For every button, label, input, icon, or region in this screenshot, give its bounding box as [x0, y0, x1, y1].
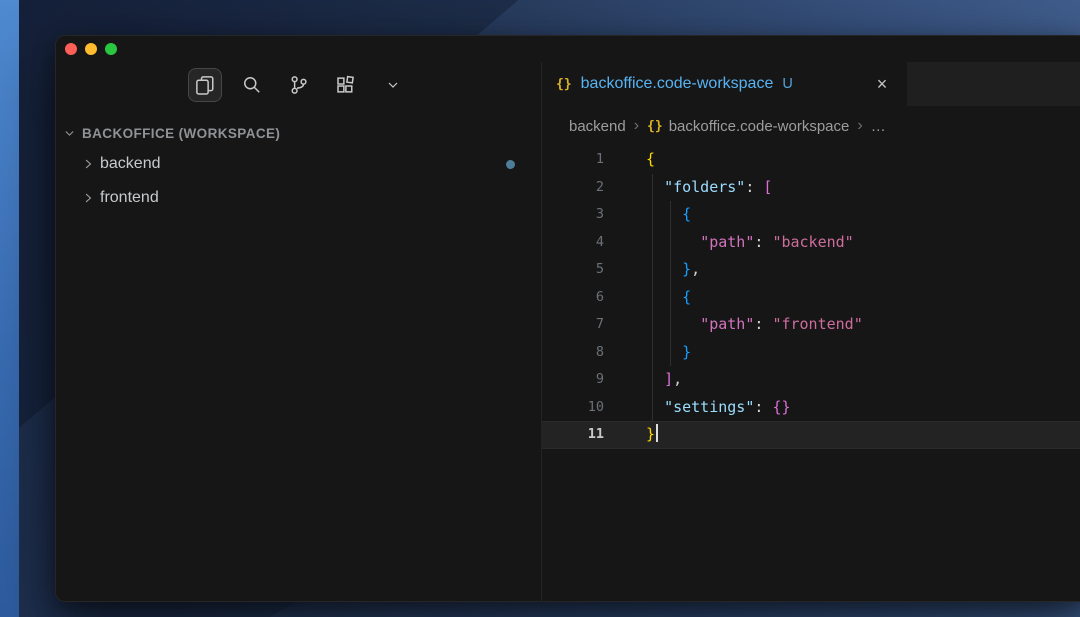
vscode-window: BACKOFFICE (WORKSPACE) backend frontend {…: [55, 35, 1080, 602]
breadcrumb-item-label: …: [870, 117, 886, 135]
json-file-icon: {}: [647, 118, 663, 134]
workspace-section-label: BACKOFFICE (WORKSPACE): [82, 125, 281, 141]
editor-group: {} backoffice.code-workspace U × backend…: [542, 62, 1080, 601]
code-line-1[interactable]: 1{: [542, 146, 1080, 174]
code-line-3[interactable]: 3 {: [542, 201, 1080, 229]
code-line-2[interactable]: 2 "folders": [: [542, 174, 1080, 202]
tab-backoffice-code-workspace[interactable]: {} backoffice.code-workspace U ×: [542, 62, 908, 106]
line-number: 5: [595, 261, 604, 277]
chevron-right-icon: [85, 159, 92, 169]
breadcrumb-separator-icon: ›: [857, 117, 863, 134]
code-text: }: [682, 342, 692, 361]
chevron-right-icon: [85, 193, 92, 203]
breadcrumb-item[interactable]: backend: [569, 118, 626, 135]
code-line-7[interactable]: 7 "path": "frontend": [542, 311, 1080, 339]
tab-title: backoffice.code-workspace: [580, 75, 774, 92]
line-number: 11: [587, 426, 604, 442]
indent-guide: [652, 173, 653, 421]
line-number: 4: [595, 233, 604, 250]
code-text: }: [604, 421, 659, 449]
source-control-icon[interactable]: [282, 68, 316, 102]
json-file-icon: {}: [556, 76, 572, 92]
line-number: 1: [595, 151, 604, 167]
code-text: {: [682, 287, 692, 306]
modified-dot: [506, 159, 515, 169]
chevron-down-icon: [65, 130, 74, 136]
code-text: "path": "frontend": [700, 315, 863, 333]
extensions-icon[interactable]: [329, 68, 363, 102]
line-number: 7: [595, 316, 604, 332]
breadcrumb-separator-icon: ›: [633, 117, 640, 134]
breadcrumb: backend › {} backoffice.code-workspace › …: [542, 106, 1080, 146]
code-text: ],: [664, 370, 683, 388]
line-number: 6: [595, 288, 604, 305]
code-line-6[interactable]: 6 {: [542, 284, 1080, 312]
breadcrumb-item-label: backend: [569, 117, 626, 135]
search-icon[interactable]: [235, 68, 269, 102]
close-window-button[interactable]: [65, 43, 77, 55]
close-tab-icon[interactable]: ×: [871, 73, 893, 95]
line-number: 2: [595, 178, 604, 195]
file-tree: backend frontend: [56, 147, 541, 215]
tree-item-backend[interactable]: backend: [56, 147, 541, 181]
explorer-icon[interactable]: [187, 68, 222, 102]
line-number: 10: [587, 398, 604, 415]
code-text: "path": "backend": [700, 232, 854, 251]
tree-item-label: frontend: [100, 189, 159, 206]
titlebar: [56, 36, 1080, 62]
desktop-background: BACKOFFICE (WORKSPACE) backend frontend {…: [0, 0, 1080, 617]
workspace-section-header[interactable]: BACKOFFICE (WORKSPACE): [56, 121, 541, 145]
code-text: "folders": [: [664, 177, 773, 196]
minimize-window-button[interactable]: [85, 43, 97, 55]
code-text: {: [682, 205, 692, 223]
breadcrumb-item[interactable]: …: [871, 118, 886, 135]
indent-guide: [670, 201, 671, 366]
code-text: {: [646, 150, 656, 168]
breadcrumb-item[interactable]: {} backoffice.code-workspace: [647, 118, 849, 135]
tree-item-label: backend: [100, 155, 161, 172]
line-number: 9: [595, 371, 604, 387]
git-status-badge: U: [782, 76, 793, 92]
breadcrumb-item-label: backoffice.code-workspace: [668, 117, 850, 135]
code-line-10[interactable]: 10 "settings": {}: [542, 394, 1080, 422]
chevron-down-icon[interactable]: [376, 68, 410, 102]
code-text: "settings": {}: [664, 397, 791, 416]
tree-item-frontend[interactable]: frontend: [56, 181, 541, 215]
zoom-window-button[interactable]: [105, 43, 117, 55]
code-line-11[interactable]: 11}: [542, 421, 1080, 449]
sidebar-toolbar: [56, 62, 541, 108]
code-line-5[interactable]: 5 },: [542, 256, 1080, 284]
sidebar: BACKOFFICE (WORKSPACE) backend frontend: [56, 62, 542, 601]
code-editor[interactable]: 1{2 "folders": [3 {4 "path": "backend" 5 …: [542, 146, 1080, 601]
code-line-4[interactable]: 4 "path": "backend": [542, 229, 1080, 257]
code-line-8[interactable]: 8 }: [542, 339, 1080, 367]
text-cursor: [656, 424, 659, 442]
line-number: 8: [595, 343, 604, 360]
background-left-strip: [0, 0, 19, 617]
tab-bar: {} backoffice.code-workspace U ×: [542, 62, 1080, 106]
line-number: 3: [595, 206, 604, 222]
code-line-9[interactable]: 9 ],: [542, 366, 1080, 394]
